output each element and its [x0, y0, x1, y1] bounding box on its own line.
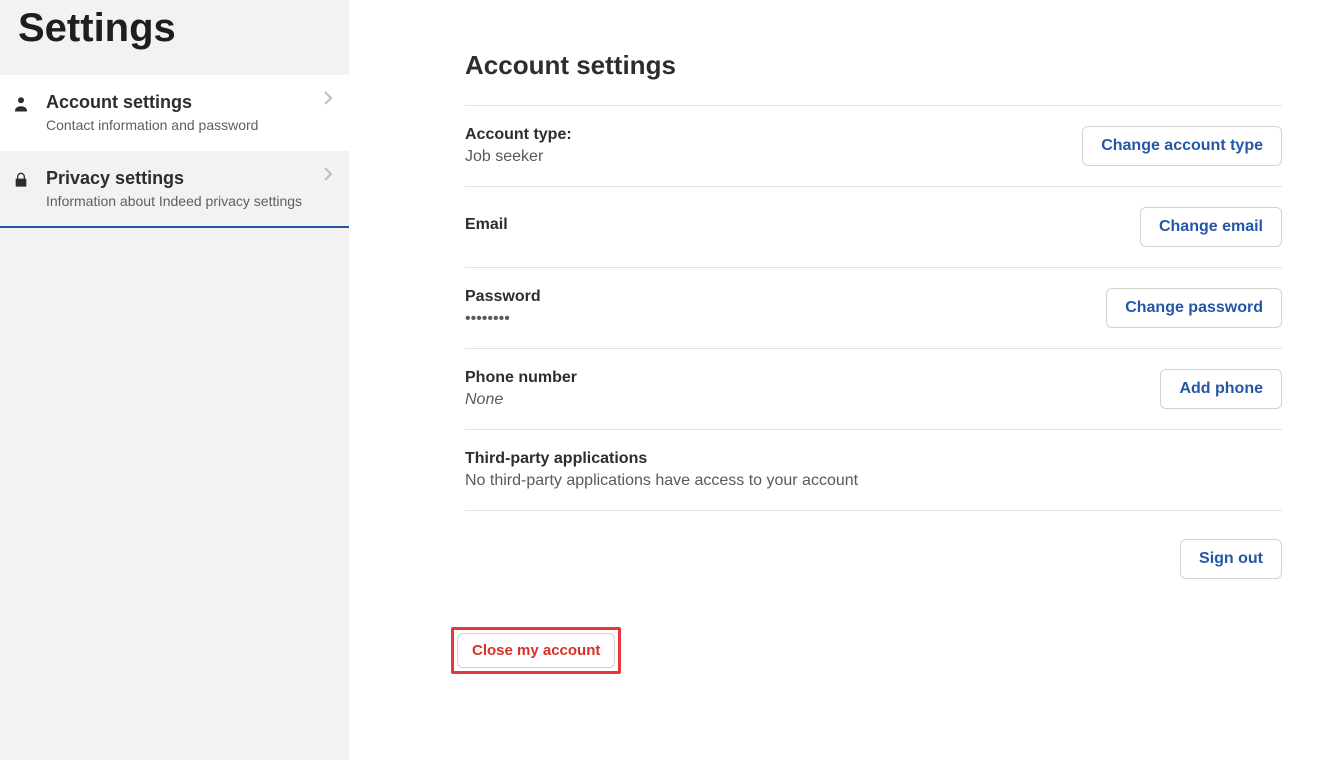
person-icon — [10, 91, 32, 113]
change-account-type-button[interactable]: Change account type — [1082, 126, 1282, 166]
close-account-button[interactable]: Close my account — [457, 633, 615, 668]
sidebar-item-label: Privacy settings — [46, 167, 309, 190]
sidebar-item-privacy-settings[interactable]: Privacy settings Information about Indee… — [0, 151, 349, 227]
row-label: Email — [465, 216, 1140, 234]
sidebar-item-label: Account settings — [46, 91, 309, 114]
chevron-right-icon — [323, 167, 333, 181]
sign-out-button[interactable]: Sign out — [1180, 539, 1282, 579]
sidebar-item-account-settings[interactable]: Account settings Contact information and… — [0, 75, 349, 151]
page-title: Settings — [0, 0, 349, 75]
row-value: •••••••• — [465, 310, 1106, 328]
close-account-wrapper: Close my account — [451, 627, 1282, 674]
row-value: Job seeker — [465, 148, 1082, 166]
lock-icon — [10, 167, 32, 189]
change-password-button[interactable]: Change password — [1106, 288, 1282, 328]
row-value: None — [465, 391, 1160, 409]
row-signout: Sign out — [465, 510, 1282, 607]
row-value: No third-party applications have access … — [465, 472, 1282, 490]
main-title: Account settings — [465, 50, 1282, 81]
main-content: Account settings Account type: Job seeke… — [349, 0, 1322, 760]
row-thirdparty: Third-party applications No third-party … — [465, 429, 1282, 510]
sidebar-divider — [0, 226, 349, 228]
close-account-highlight: Close my account — [451, 627, 621, 674]
row-label: Third-party applications — [465, 450, 1282, 468]
change-email-button[interactable]: Change email — [1140, 207, 1282, 247]
sidebar-item-sublabel: Information about Indeed privacy setting… — [46, 192, 309, 210]
row-password: Password •••••••• Change password — [465, 267, 1282, 348]
row-label: Account type: — [465, 126, 1082, 144]
add-phone-button[interactable]: Add phone — [1160, 369, 1282, 409]
row-account-type: Account type: Job seeker Change account … — [465, 105, 1282, 186]
row-email: Email Change email — [465, 186, 1282, 267]
row-label: Password — [465, 288, 1106, 306]
row-phone: Phone number None Add phone — [465, 348, 1282, 429]
settings-sidebar: Settings Account settings Contact inform… — [0, 0, 349, 760]
sidebar-item-sublabel: Contact information and password — [46, 116, 309, 134]
row-label: Phone number — [465, 369, 1160, 387]
chevron-right-icon — [323, 91, 333, 105]
